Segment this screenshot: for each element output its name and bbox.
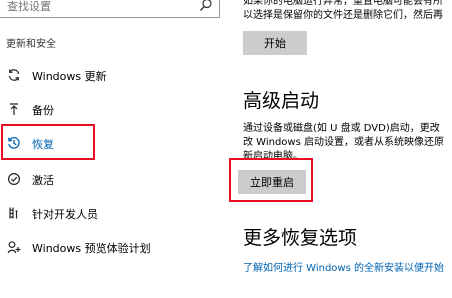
search-icon[interactable] bbox=[199, 0, 213, 12]
reset-start-button[interactable]: 开始 bbox=[243, 31, 307, 55]
search-box[interactable] bbox=[0, 0, 220, 18]
developer-icon bbox=[9, 207, 18, 219]
sidebar-item-for-developers[interactable]: 针对开发人员 bbox=[0, 200, 228, 228]
check-circle-icon bbox=[7, 172, 21, 186]
sidebar-item-label: 针对开发人员 bbox=[32, 208, 98, 221]
sidebar-item-insider-program[interactable]: Windows 预览体验计划 bbox=[0, 234, 228, 262]
sidebar-item-activation[interactable]: 激活 bbox=[0, 166, 228, 194]
sidebar-item-label: Windows 预览体验计划 bbox=[32, 242, 151, 255]
recovery-highlight-box bbox=[1, 124, 95, 160]
advanced-startup-line1: 通过设备或磁盘(如 U 盘或 DVD)启动，更改 bbox=[243, 123, 440, 134]
sidebar-item-windows-update[interactable]: Windows 更新 bbox=[0, 62, 228, 90]
search-input[interactable] bbox=[7, 0, 187, 14]
upload-icon bbox=[10, 103, 18, 115]
sync-icon bbox=[8, 69, 20, 81]
more-recovery-options-heading: 更多恢复选项 bbox=[243, 227, 358, 249]
sidebar-item-label: 备份 bbox=[32, 104, 54, 117]
advanced-startup-line2: 改 Windows 启动设置，或者从系统映像还原 bbox=[243, 137, 444, 148]
sidebar-item-label: Windows 更新 bbox=[32, 70, 107, 83]
insider-icon bbox=[7, 241, 21, 254]
clean-install-link[interactable]: 了解如何进行 Windows 的全新安装以便开始 bbox=[243, 259, 444, 274]
sidebar-item-label: 激活 bbox=[32, 174, 54, 187]
section-label: 更新和安全 bbox=[6, 39, 56, 50]
sidebar-item-backup[interactable]: 备份 bbox=[0, 96, 228, 124]
advanced-startup-heading: 高级启动 bbox=[243, 90, 320, 112]
restart-highlight-box bbox=[229, 158, 313, 202]
reset-description-line2: 以选择是保留你的文件还是删除它们，然后再 bbox=[243, 10, 443, 21]
reset-description-line1: 如果你的电脑运行异常，重置电脑可能会有所 bbox=[243, 0, 443, 7]
